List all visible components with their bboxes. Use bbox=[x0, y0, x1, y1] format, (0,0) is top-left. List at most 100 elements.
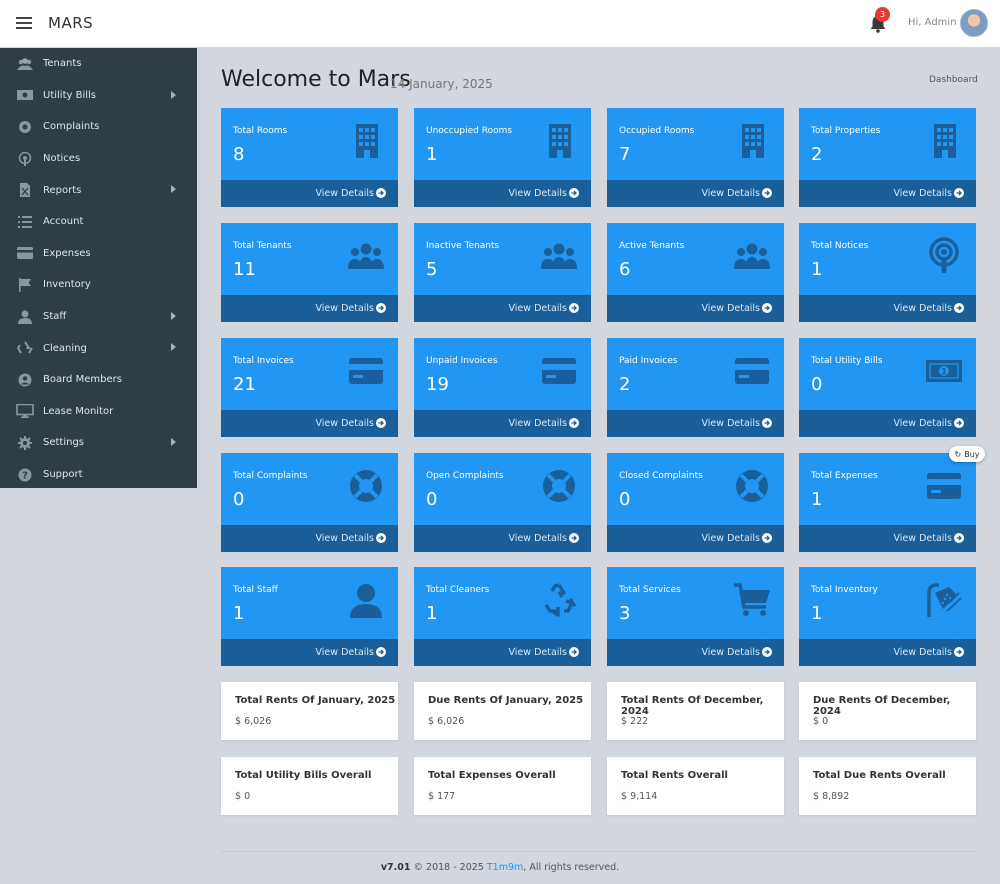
tile-value: 21 bbox=[233, 374, 256, 395]
view-details-link[interactable]: View Details bbox=[221, 180, 398, 207]
buy-button[interactable]: ↻ Buy bbox=[949, 446, 985, 462]
user-circle-icon bbox=[18, 373, 32, 387]
view-details-link[interactable]: View Details bbox=[607, 180, 784, 207]
tile-occupied-rooms[interactable]: Occupied Rooms 7 View Details bbox=[607, 108, 784, 207]
view-details-link[interactable]: View Details bbox=[414, 525, 591, 552]
view-details-link[interactable]: View Details bbox=[414, 180, 591, 207]
user-greeting[interactable]: Hi, Admin bbox=[908, 17, 957, 28]
tile-open-complaints[interactable]: Open Complaints 0 View Details bbox=[414, 453, 591, 552]
life-ring-icon bbox=[350, 470, 382, 502]
view-details-label: View Details bbox=[508, 303, 568, 314]
cart-icon: ↻ bbox=[954, 449, 962, 459]
top-bar: MARS 3 Hi, Admin bbox=[0, 0, 1000, 48]
footer: v7.01 © 2018 - 2025 T1m9m, All rights re… bbox=[0, 862, 1000, 873]
view-details-link[interactable]: View Details bbox=[799, 410, 976, 437]
tile-label: Total Services bbox=[619, 585, 681, 595]
breadcrumb[interactable]: Dashboard bbox=[929, 75, 978, 85]
tile-total-services[interactable]: Total Services 3 View Details bbox=[607, 567, 784, 666]
summary-card-total-utility-bills-overall: Total Utility Bills Overall $ 0 bbox=[221, 757, 398, 815]
sidebar-item-inventory[interactable]: Inventory bbox=[0, 269, 197, 301]
tile-unpaid-invoices[interactable]: Unpaid Invoices 19 View Details bbox=[414, 338, 591, 437]
view-details-link[interactable]: View Details bbox=[221, 639, 398, 666]
view-details-label: View Details bbox=[508, 188, 568, 199]
tile-total-staff[interactable]: Total Staff 1 View Details bbox=[221, 567, 398, 666]
view-details-label: View Details bbox=[701, 188, 761, 199]
podcast-icon bbox=[929, 237, 959, 273]
view-details-label: View Details bbox=[893, 647, 953, 658]
view-details-link[interactable]: View Details bbox=[221, 410, 398, 437]
tile-active-tenants[interactable]: Active Tenants 6 View Details bbox=[607, 223, 784, 322]
sidebar-item-reports[interactable]: Reports bbox=[0, 174, 197, 206]
tile-value: 1 bbox=[426, 603, 438, 624]
avatar[interactable] bbox=[960, 9, 988, 37]
summary-card-value: $ 0 bbox=[235, 791, 251, 802]
tile-unoccupied-rooms[interactable]: Unoccupied Rooms 1 View Details bbox=[414, 108, 591, 207]
sidebar-item-complaints[interactable]: Complaints bbox=[0, 111, 197, 143]
view-details-link[interactable]: View Details bbox=[414, 295, 591, 322]
summary-card-value: $ 222 bbox=[621, 716, 649, 727]
chevron-right-icon bbox=[171, 311, 176, 320]
sidebar-item-staff[interactable]: Staff bbox=[0, 301, 197, 333]
sidebar-item-account[interactable]: Account bbox=[0, 206, 197, 238]
svg-text:1: 1 bbox=[941, 368, 947, 378]
tile-label: Unoccupied Rooms bbox=[426, 126, 513, 136]
brand-name[interactable]: MARS bbox=[48, 14, 93, 32]
view-details-link[interactable]: View Details bbox=[221, 295, 398, 322]
view-details-link[interactable]: View Details bbox=[414, 639, 591, 666]
tile-total-inventory[interactable]: Total Inventory 1 View Details bbox=[799, 567, 976, 666]
tile-total-invoices[interactable]: Total Invoices 21 View Details bbox=[221, 338, 398, 437]
notification-badge[interactable]: 3 bbox=[875, 7, 890, 22]
tile-label: Total Staff bbox=[233, 585, 278, 595]
sidebar-item-label: Lease Monitor bbox=[43, 405, 114, 417]
sidebar-item-label: Staff bbox=[43, 311, 67, 323]
view-details-link[interactable]: View Details bbox=[799, 180, 976, 207]
sidebar-item-settings[interactable]: Settings bbox=[0, 427, 197, 459]
tile-total-tenants[interactable]: Total Tenants 11 View Details bbox=[221, 223, 398, 322]
tile-value: 19 bbox=[426, 374, 449, 395]
tile-value: 0 bbox=[619, 489, 631, 510]
summary-card-title: Total Utility Bills Overall bbox=[235, 770, 372, 781]
view-details-link[interactable]: View Details bbox=[607, 410, 784, 437]
sidebar-item-cleaning[interactable]: Cleaning bbox=[0, 332, 197, 364]
sidebar-item-expenses[interactable]: Expenses bbox=[0, 238, 197, 270]
footer-rights: , All rights reserved. bbox=[523, 862, 620, 873]
tile-paid-invoices[interactable]: Paid Invoices 2 View Details bbox=[607, 338, 784, 437]
tile-label: Total Invoices bbox=[233, 356, 294, 366]
view-details-link[interactable]: View Details bbox=[607, 639, 784, 666]
footer-author-link[interactable]: T1m9m bbox=[487, 862, 523, 873]
tile-label: Closed Complaints bbox=[619, 471, 703, 481]
view-details-link[interactable]: View Details bbox=[607, 295, 784, 322]
sidebar-item-notices[interactable]: Notices bbox=[0, 143, 197, 175]
sidebar-item-utility-bills[interactable]: Utility Bills bbox=[0, 80, 197, 112]
sidebar-item-support[interactable]: ? Support bbox=[0, 459, 197, 491]
tile-total-utility-bills[interactable]: Total Utility Bills 0 1 View Details bbox=[799, 338, 976, 437]
view-details-link[interactable]: View Details bbox=[799, 295, 976, 322]
tile-inactive-tenants[interactable]: Inactive Tenants 5 View Details bbox=[414, 223, 591, 322]
tile-total-notices[interactable]: Total Notices 1 View Details bbox=[799, 223, 976, 322]
tile-label: Total Complaints bbox=[233, 471, 308, 481]
sidebar-item-board-members[interactable]: Board Members bbox=[0, 364, 197, 396]
tile-closed-complaints[interactable]: Closed Complaints 0 View Details bbox=[607, 453, 784, 552]
tile-value: 6 bbox=[619, 259, 631, 280]
shower-icon bbox=[927, 583, 962, 617]
users-icon bbox=[17, 57, 33, 70]
summary-card-total-due-rents-overall: Total Due Rents Overall $ 8,892 bbox=[799, 757, 976, 815]
tile-total-cleaners[interactable]: Total Cleaners 1 View Details bbox=[414, 567, 591, 666]
credit-card-icon bbox=[542, 358, 576, 384]
flag-icon bbox=[19, 277, 31, 292]
tile-total-properties[interactable]: Total Properties 2 View Details bbox=[799, 108, 976, 207]
tile-total-expenses[interactable]: Total Expenses 1 View Details bbox=[799, 453, 976, 552]
tile-total-rooms[interactable]: Total Rooms 8 View Details bbox=[221, 108, 398, 207]
view-details-link[interactable]: View Details bbox=[799, 639, 976, 666]
view-details-link[interactable]: View Details bbox=[607, 525, 784, 552]
sidebar-item-lease-monitor[interactable]: Lease Monitor bbox=[0, 396, 197, 428]
arrow-circle-right-icon bbox=[376, 647, 386, 657]
sidebar-item-tenants[interactable]: Tenants bbox=[0, 48, 197, 80]
view-details-link[interactable]: View Details bbox=[221, 525, 398, 552]
menu-toggle-icon[interactable] bbox=[16, 17, 32, 29]
tile-label: Inactive Tenants bbox=[426, 241, 500, 251]
view-details-link[interactable]: View Details bbox=[414, 410, 591, 437]
view-details-label: View Details bbox=[315, 303, 375, 314]
tile-total-complaints[interactable]: Total Complaints 0 View Details bbox=[221, 453, 398, 552]
view-details-link[interactable]: View Details bbox=[799, 525, 976, 552]
